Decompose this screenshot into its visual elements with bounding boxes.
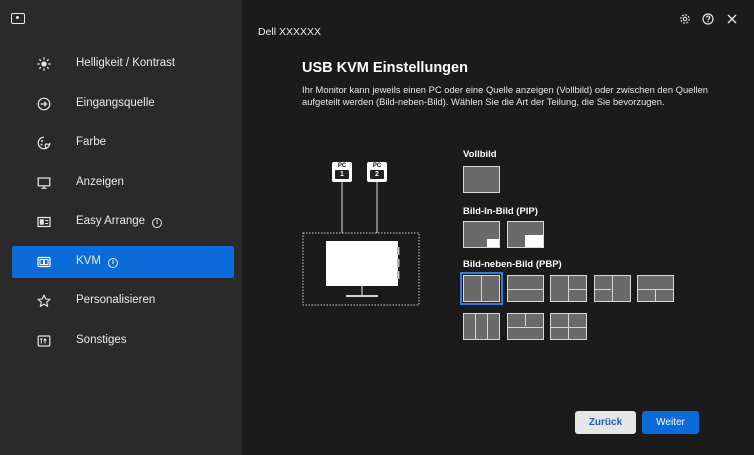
section-label-fullscreen: Vollbild [463,149,497,160]
app-logo-icon [11,13,25,24]
layout-pbp-3-right-large[interactable] [594,275,631,302]
page-title: USB KVM Einstellungen [302,60,468,76]
layout-pbp-3-top-large[interactable] [637,275,674,302]
section-label-pip: Bild-In-Bild (PIP) [463,206,538,217]
sidebar-nav: Helligkeit / Kontrast Eingangsquelle Far… [12,48,234,364]
pip-window [487,239,499,247]
pc1-number: 1 [335,170,349,179]
color-icon [36,135,52,151]
sidebar-item-label: KVM i [76,255,118,268]
layout-pbp-3-columns[interactable] [463,313,500,340]
layout-pbp-2-horizontal[interactable] [507,275,544,302]
sidebar-item-label: Anzeigen [76,175,124,188]
sidebar-item-brightness-contrast[interactable]: Helligkeit / Kontrast [12,48,234,80]
layout-pbp-3-bottom-large[interactable] [507,313,544,340]
pc1-connector: PC 1 [332,162,352,182]
layout-pip-small[interactable] [463,221,500,248]
sidebar-item-label: Farbe [76,136,107,148]
settings-gear-icon[interactable] [678,12,692,26]
layout-fullscreen[interactable] [463,166,500,193]
easy-arrange-icon [36,214,52,230]
sidebar-item-kvm[interactable]: KVM i [12,245,234,278]
others-icon [36,333,52,349]
help-icon[interactable] [701,12,715,26]
section-label-pbp: Bild-neben-Bild (PBP) [463,259,562,270]
window-title: Dell XXXXXX [258,26,322,38]
sidebar-item-easy-arrange[interactable]: Easy Arrange i [12,206,234,238]
close-icon[interactable] [725,12,739,26]
sidebar-item-label: Personalisieren [76,294,156,306]
layout-pip-large[interactable] [507,221,544,248]
layout-pbp-2-vertical[interactable] [460,272,503,305]
divider [508,327,543,328]
next-button[interactable]: Weiter [642,411,699,434]
back-button[interactable]: Zurück [575,411,636,434]
divider [481,276,482,301]
info-icon[interactable]: i [107,257,118,268]
sidebar-item-input-source[interactable]: Eingangsquelle [12,88,234,120]
pc1-label: PC [337,163,347,169]
layout-pbp-3-left-large[interactable] [550,275,587,302]
pip-window [525,235,543,247]
sidebar-item-label: Helligkeit / Kontrast [76,57,176,69]
divider [475,314,476,339]
sidebar-item-display[interactable]: Anzeigen [12,167,234,199]
divider [595,289,611,290]
divider [551,327,586,328]
brightness-icon [36,56,52,72]
page-description: Ihr Monitor kann jeweils einen PC oder e… [302,84,708,107]
divider [568,289,586,290]
sidebar-item-personalize[interactable]: Personalisieren [12,285,234,317]
kvm-illustration: PC 1 PC 2 [296,155,426,310]
sidebar: Helligkeit / Kontrast Eingangsquelle Far… [0,0,242,455]
pc2-connector: PC 2 [367,162,387,182]
star-icon [36,293,52,309]
pc2-label: PC [372,163,382,169]
kvm-icon [36,254,52,270]
info-icon[interactable]: i [152,218,163,228]
display-icon [36,175,52,191]
sidebar-item-label: Sonstiges [76,333,127,346]
sidebar-item-label: Easy Arrange i [76,215,163,228]
input-source-icon [36,96,52,112]
divider [655,289,656,301]
divider [525,314,526,326]
divider [508,289,543,290]
layout-pbp-4-quad[interactable] [550,313,587,340]
sidebar-item-others[interactable]: Sonstiges [12,325,234,357]
pc2-number: 2 [370,170,384,179]
sidebar-item-label: Eingangsquelle [76,96,155,109]
divider [487,314,488,339]
sidebar-item-color[interactable]: Farbe [12,127,234,159]
divider [612,276,613,301]
